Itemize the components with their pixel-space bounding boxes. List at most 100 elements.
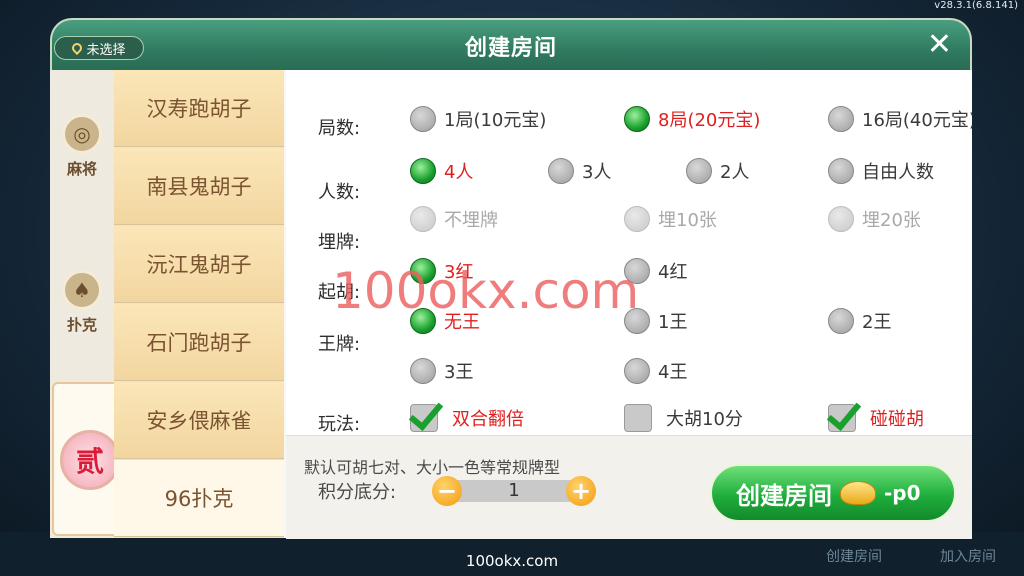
game-item-96poker[interactable]: 96扑克	[114, 460, 284, 537]
option-bury-none[interactable]: 不埋牌	[410, 206, 498, 232]
radio-icon	[828, 308, 854, 334]
option-text: 无王	[444, 312, 480, 333]
option-players-4[interactable]: 4人	[410, 158, 473, 184]
radio-icon	[686, 158, 712, 184]
option-players-2[interactable]: 2人	[686, 158, 749, 184]
qihu-label: 起胡:	[318, 282, 361, 303]
options-panel: 局数: 1局(10元宝) 8局(20元宝) 16局(40元宝) 人数: 4人 3…	[286, 70, 972, 435]
dialog-header: 未选择 创建房间 ✕	[50, 18, 972, 72]
play-label: 玩法:	[318, 414, 361, 435]
radio-icon	[410, 206, 436, 232]
option-rounds-8[interactable]: 8局(20元宝)	[624, 106, 760, 132]
option-text: 1局(10元宝)	[444, 110, 547, 131]
create-room-dialog: 未选择 创建房间 ✕ ◎ 麻将 ♠ 扑克 贰 汉寿跑胡子 南县鬼胡子 沅江鬼胡子…	[50, 18, 972, 539]
radio-icon	[548, 158, 574, 184]
wangpai-label: 王牌:	[318, 334, 361, 355]
radio-icon	[828, 158, 854, 184]
option-qihu-3[interactable]: 3红	[410, 258, 473, 284]
radio-icon	[828, 206, 854, 232]
option-text: 2人	[720, 162, 750, 183]
option-bury-10[interactable]: 埋10张	[624, 206, 717, 232]
checkbox-icon	[828, 404, 856, 432]
radio-icon	[624, 258, 650, 284]
category-label: 麻将	[66, 160, 97, 178]
create-room-label: 创建房间	[736, 481, 832, 510]
option-text: 4王	[658, 362, 688, 383]
option-text: 自由人数	[862, 162, 934, 183]
score-value[interactable]: 1	[446, 480, 582, 502]
option-text: 8局(20元宝)	[658, 110, 761, 131]
radio-icon	[624, 308, 650, 334]
create-cost: -p0	[884, 481, 921, 505]
option-text: 3王	[444, 362, 474, 383]
option-bury-20[interactable]: 埋20张	[828, 206, 921, 232]
option-wang-3[interactable]: 3王	[410, 358, 473, 384]
radio-icon	[410, 158, 436, 184]
option-text: 3人	[582, 162, 612, 183]
ingot-icon	[840, 481, 876, 505]
option-text: 不埋牌	[444, 210, 498, 231]
option-wang-4[interactable]: 4王	[624, 358, 687, 384]
game-item-shimen[interactable]: 石门跑胡子	[114, 304, 284, 381]
checkbox-icon	[624, 404, 652, 432]
option-text: 3红	[444, 262, 474, 283]
option-text: 埋10张	[658, 210, 717, 231]
dialog-body: ◎ 麻将 ♠ 扑克 贰 汉寿跑胡子 南县鬼胡子 沅江鬼胡子 石门跑胡子 安乡偎麻…	[50, 70, 972, 539]
score-label: 积分底分:	[318, 482, 397, 503]
spade-icon: ♠	[62, 270, 102, 310]
option-text: 2王	[862, 312, 892, 333]
game-item-anxiang[interactable]: 安乡偎麻雀	[114, 382, 284, 459]
option-text: 4红	[658, 262, 688, 283]
score-stepper: 1 − +	[432, 476, 596, 506]
create-room-button[interactable]: 创建房间 -p0	[710, 464, 956, 522]
option-play-pengpeng[interactable]: 碰碰胡	[828, 404, 924, 432]
bury-label: 埋牌:	[318, 232, 361, 253]
option-text: 1王	[658, 312, 688, 333]
option-players-free[interactable]: 自由人数	[828, 158, 934, 184]
category-label: 扑克	[66, 316, 97, 334]
radio-icon	[828, 106, 854, 132]
option-wang-1[interactable]: 1王	[624, 308, 687, 334]
game-list: 汉寿跑胡子 南县鬼胡子 沅江鬼胡子 石门跑胡子 安乡偎麻雀 96扑克	[114, 70, 284, 538]
game-item-nanxian[interactable]: 南县鬼胡子	[114, 148, 284, 225]
bottom-url: 100okx.com	[465, 552, 559, 570]
radio-icon	[410, 258, 436, 284]
option-play-double[interactable]: 双合翻倍	[410, 404, 524, 432]
plus-icon[interactable]: +	[566, 476, 596, 506]
option-play-dahu[interactable]: 大胡10分	[624, 404, 743, 432]
option-text: 16局(40元宝)	[862, 110, 972, 131]
option-text: 双合翻倍	[452, 409, 524, 430]
version-label: v28.3.1(6.8.141)	[934, 0, 1018, 11]
radio-icon	[624, 106, 650, 132]
option-players-3[interactable]: 3人	[548, 158, 611, 184]
minus-icon[interactable]: −	[432, 476, 462, 506]
dialog-footer: 默认可胡七对、大小一色等常规牌型 积分底分: 1 − + 创建房间 -p0	[286, 435, 972, 539]
category-column: ◎ 麻将 ♠ 扑克 贰	[50, 70, 126, 538]
option-qihu-4[interactable]: 4红	[624, 258, 687, 284]
option-text: 大胡10分	[666, 409, 743, 430]
category-mahjong[interactable]: ◎ 麻将	[50, 114, 114, 179]
rule-note: 默认可胡七对、大小一色等常规牌型	[304, 458, 561, 477]
radio-icon	[624, 358, 650, 384]
option-text: 4人	[444, 162, 474, 183]
game-item-hanshou[interactable]: 汉寿跑胡子	[114, 70, 284, 147]
players-label: 人数:	[318, 182, 361, 203]
radio-icon	[624, 206, 650, 232]
radio-icon	[410, 106, 436, 132]
option-text: 埋20张	[862, 210, 921, 231]
option-wang-0[interactable]: 无王	[410, 308, 480, 334]
category-poker[interactable]: ♠ 扑克	[50, 270, 114, 335]
radio-icon	[410, 358, 436, 384]
option-rounds-16[interactable]: 16局(40元宝)	[828, 106, 972, 132]
dialog-title: 创建房间	[464, 36, 557, 61]
option-rounds-1[interactable]: 1局(10元宝)	[410, 106, 546, 132]
close-icon[interactable]: ✕	[927, 30, 952, 60]
checkbox-icon	[410, 404, 438, 432]
game-item-yuanjiang[interactable]: 沅江鬼胡子	[114, 226, 284, 303]
radio-icon	[410, 308, 436, 334]
er-badge-icon[interactable]: 贰	[60, 430, 120, 490]
option-wang-2[interactable]: 2王	[828, 308, 891, 334]
mahjong-icon: ◎	[62, 114, 102, 154]
rounds-label: 局数:	[318, 118, 361, 139]
option-text: 碰碰胡	[870, 409, 924, 430]
